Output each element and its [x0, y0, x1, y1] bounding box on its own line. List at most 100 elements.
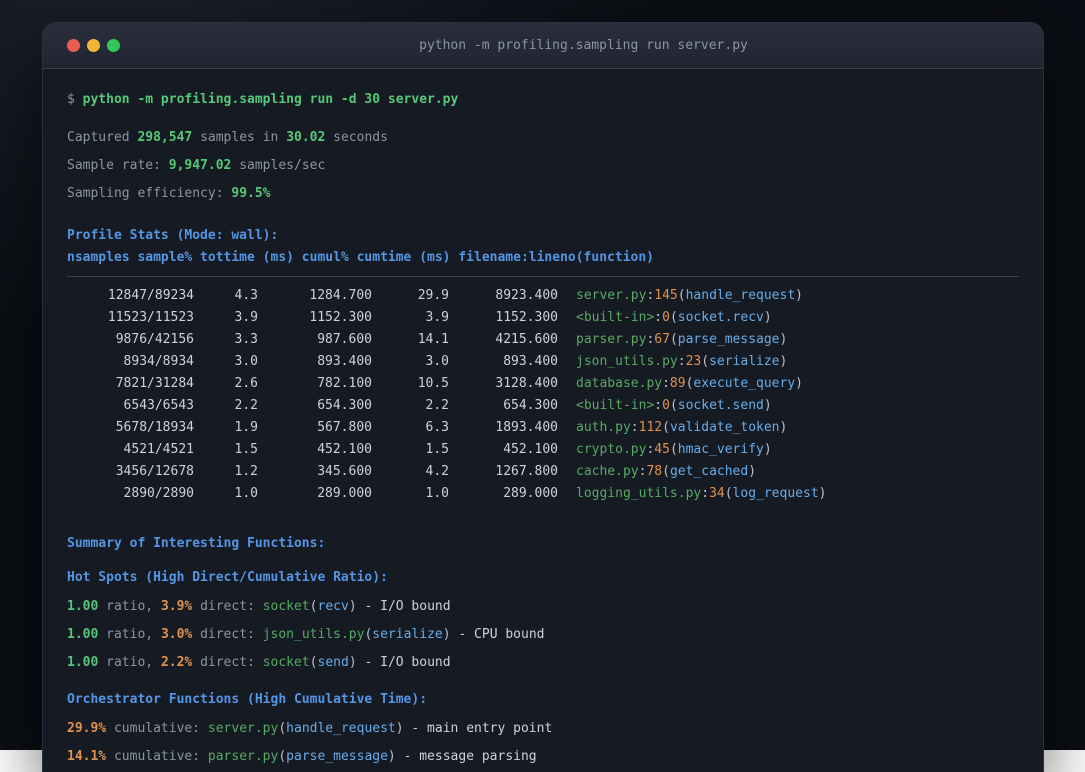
filename: server.py — [207, 721, 279, 736]
punctuation: ( — [278, 749, 287, 764]
profile-table-row: 6543/6543 2.2 654.300 2.2 654.300 <built-in>:… — [67, 395, 1019, 417]
minimize-button[interactable] — [87, 39, 100, 52]
direct-percent: 2.2% — [160, 655, 193, 670]
line-number: 23 — [685, 354, 702, 369]
filename: server.py — [576, 288, 647, 303]
profile-columns-header: nsamples sample% tottime (ms) cumul% cum… — [67, 250, 654, 265]
hot-spot-item: 1.00 ratio, 2.2% direct: socket(send) - … — [67, 649, 1019, 677]
function-ref: <built-in>:0(socket.send) — [558, 398, 772, 413]
ratio-value: 1.00 — [67, 599, 99, 614]
line-number: 34 — [709, 486, 725, 501]
stat-cell: 1.2 — [234, 464, 258, 479]
stat-cell: 1.9 — [234, 420, 258, 435]
profile-table-row: 9876/42156 3.3 987.600 14.1 4215.600 parser.p… — [67, 329, 1019, 351]
stat-cell: 567.800 — [317, 420, 372, 435]
function-ref: auth.py:112(validate_token) — [558, 420, 787, 435]
function-name: hmac_verify — [677, 442, 764, 457]
stat-cell: 10.5 — [417, 376, 449, 391]
function-name: parse_message — [286, 749, 388, 764]
direct-percent: 3.9% — [160, 599, 193, 614]
shell-prompt: $ — [67, 92, 75, 107]
punctuation: ( — [669, 442, 678, 457]
ratio-value: 1.00 — [67, 627, 99, 642]
profile-stats-heading: Profile Stats (Mode: wall): — [67, 228, 279, 243]
punctuation: ) — [348, 599, 357, 614]
punctuation: ) — [348, 655, 357, 670]
stat-cell: 1.0 — [425, 486, 449, 501]
punctuation: ) — [795, 288, 803, 303]
efficiency-label: Sampling efficiency: — [67, 186, 224, 201]
line-number: 0 — [662, 310, 670, 325]
function-ref: <built-in>:0(socket.recv) — [558, 310, 772, 325]
punctuation: ) — [395, 721, 404, 736]
efficiency-line: Sampling efficiency: 99.5% — [67, 185, 1019, 203]
punctuation: ) — [795, 376, 803, 391]
punctuation: ) — [779, 354, 788, 369]
stat-cell: 3456/12678 — [115, 464, 194, 479]
function-name: send — [317, 655, 349, 670]
punctuation: : — [677, 354, 686, 369]
punctuation: : — [701, 486, 710, 501]
duration-value: 30.02 — [286, 130, 326, 145]
stat-cell: 1267.800 — [495, 464, 558, 479]
table-divider — [67, 276, 1019, 277]
direct-percent: 3.0% — [160, 627, 193, 642]
stat-cell: 987.600 — [317, 332, 372, 347]
line-number: 145 — [654, 288, 678, 303]
direct-label: direct: — [200, 627, 255, 642]
stat-cell: 782.100 — [317, 376, 372, 391]
stat-cell: 3.0 — [425, 354, 449, 369]
captured-label: Captured — [67, 130, 130, 145]
efficiency-value: 99.5% — [231, 186, 271, 201]
filename: <built-in> — [576, 310, 655, 325]
stat-cell: 12847/89234 — [107, 288, 194, 303]
direct-label: direct: — [200, 655, 255, 670]
function-ref: parser.py:67(parse_message) — [558, 332, 787, 347]
function-ref: json_utils.py:23(serialize) — [558, 354, 787, 369]
window-title: python -m profiling.sampling run server.… — [419, 38, 748, 53]
profile-table-row: 5678/18934 1.9 567.800 6.3 1893.400 auth.py:1… — [67, 417, 1019, 439]
function-name: parse_message — [677, 332, 780, 347]
rate-label: Sample rate: — [67, 158, 161, 173]
function-ref: socket(send) — [263, 655, 357, 670]
note: - I/O bound — [364, 599, 451, 614]
stat-cell: 6543/6543 — [123, 398, 194, 413]
filename: socket — [262, 655, 310, 670]
stat-cell: 8923.400 — [495, 288, 558, 303]
function-ref: database.py:89(execute_query) — [558, 376, 803, 391]
punctuation: ) — [818, 486, 827, 501]
stat-cell: 3.9 — [234, 310, 258, 325]
captured-line: Captured 298,547 samples in 30.02 second… — [67, 129, 1019, 147]
stat-cell: 1.5 — [425, 442, 449, 457]
function-name: socket.send — [677, 398, 764, 413]
maximize-button[interactable] — [107, 39, 120, 52]
stat-cell: 289.000 — [317, 486, 372, 501]
profile-table-body: 12847/89234 4.3 1284.700 29.9 8923.400 server… — [67, 285, 1019, 505]
close-button[interactable] — [67, 39, 80, 52]
profile-table-row: 2890/2890 1.0 289.000 1.0 289.000 logging_uti… — [67, 483, 1019, 505]
punctuation: : — [654, 310, 663, 325]
function-name: handle_request — [286, 721, 396, 736]
note: - main entry point — [411, 721, 553, 736]
stat-cell: 5678/18934 — [115, 420, 194, 435]
stat-cell: 29.9 — [417, 288, 449, 303]
orchestrators-list: 29.9% cumulative: server.py(handle_reque… — [67, 715, 1019, 771]
stat-cell: 893.400 — [317, 354, 372, 369]
filename: json_utils.py — [576, 354, 678, 369]
punctuation: ) — [763, 398, 772, 413]
profile-table-row: 4521/4521 1.5 452.100 1.5 452.100 crypto.py:4… — [67, 439, 1019, 461]
stat-cell: 1152.300 — [495, 310, 558, 325]
filename: logging_utils.py — [576, 486, 702, 501]
terminal-window: python -m profiling.sampling run server.… — [42, 22, 1044, 772]
hot-spots-heading: Hot Spots (High Direct/Cumulative Ratio)… — [67, 570, 388, 585]
stat-cell: 654.300 — [503, 398, 558, 413]
traffic-lights — [67, 39, 120, 52]
stat-cell: 452.100 — [503, 442, 558, 457]
filename: parser.py — [576, 332, 647, 347]
punctuation: ( — [309, 655, 318, 670]
stat-cell: 1.5 — [234, 442, 258, 457]
stat-cell: 289.000 — [503, 486, 558, 501]
samples-count: 298,547 — [137, 130, 193, 145]
note: - I/O bound — [364, 655, 451, 670]
punctuation: : — [662, 376, 670, 391]
